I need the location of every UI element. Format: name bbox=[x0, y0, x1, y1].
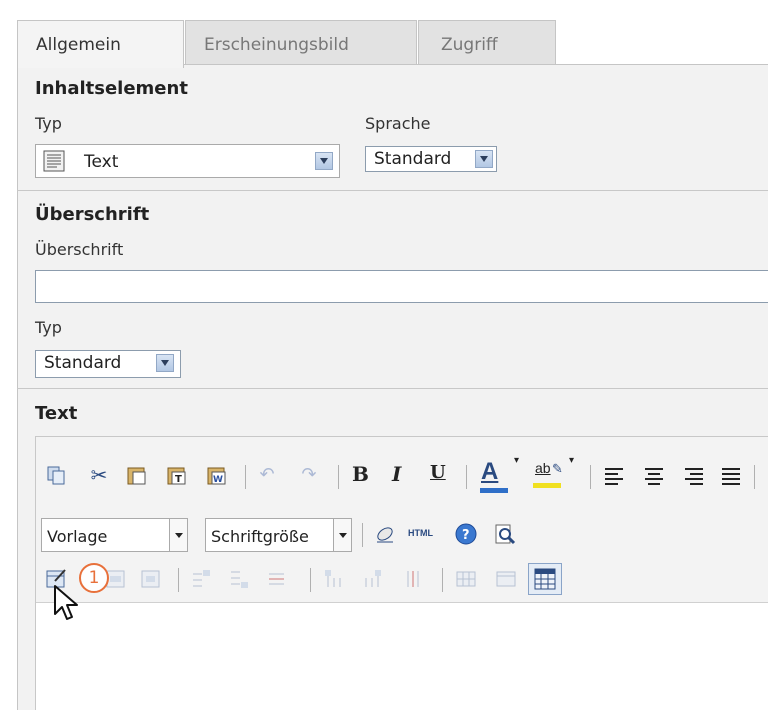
fontsize-dropdown[interactable]: Schriftgröße bbox=[205, 518, 352, 552]
cut-icon[interactable]: ✂ bbox=[88, 464, 110, 486]
paste-as-text-icon[interactable]: T bbox=[165, 464, 187, 486]
font-color-button[interactable]: A bbox=[481, 458, 498, 486]
toolbar-separator bbox=[310, 568, 311, 592]
html-mode-button[interactable]: HTML bbox=[408, 528, 433, 538]
insert-column-before-icon[interactable] bbox=[322, 568, 344, 590]
section-heading-text: Text bbox=[35, 403, 78, 424]
toolbar-separator bbox=[442, 568, 443, 592]
rte-content-area[interactable] bbox=[36, 604, 768, 710]
section-heading-header: Überschrift bbox=[35, 204, 150, 225]
header-input[interactable] bbox=[35, 270, 768, 303]
tab-label: Erscheinungsbild bbox=[204, 35, 349, 55]
insert-row-before-icon[interactable] bbox=[190, 568, 212, 590]
table-icon bbox=[534, 568, 556, 590]
cell-properties-icon[interactable] bbox=[140, 568, 162, 590]
font-color-swatch bbox=[480, 488, 508, 493]
toolbar-separator bbox=[178, 568, 179, 592]
paste-icon[interactable] bbox=[125, 464, 147, 486]
toolbar-separator bbox=[466, 465, 467, 489]
header-type-label: Typ bbox=[35, 318, 62, 337]
toolbar-separator bbox=[245, 465, 246, 489]
svg-text:W: W bbox=[213, 475, 223, 485]
content-element-form: Allgemein Erscheinungsbild Zugriff Inhal… bbox=[0, 0, 768, 710]
chevron-down-icon bbox=[333, 519, 351, 551]
type-select[interactable]: Text bbox=[35, 144, 340, 178]
section-heading-content-element: Inhaltselement bbox=[35, 78, 188, 99]
language-select-value: Standard bbox=[374, 149, 452, 169]
redo-icon[interactable]: ↷ bbox=[298, 464, 320, 486]
chevron-down-icon bbox=[169, 519, 187, 551]
style-dropdown-value: Vorlage bbox=[47, 527, 108, 546]
insert-table-button[interactable] bbox=[528, 563, 562, 595]
paste-from-word-icon[interactable]: W bbox=[205, 464, 227, 486]
delete-column-icon[interactable] bbox=[402, 568, 424, 590]
toolbar-separator bbox=[338, 465, 339, 489]
tab-erscheinungsbild[interactable]: Erscheinungsbild bbox=[185, 20, 417, 65]
type-select-value: Text bbox=[84, 152, 119, 172]
language-label: Sprache bbox=[365, 114, 431, 133]
fontsize-dropdown-value: Schriftgröße bbox=[211, 527, 309, 546]
toolbar-separator bbox=[590, 465, 591, 489]
header-type-select[interactable]: Standard bbox=[35, 350, 181, 378]
highlight-dropdown-icon[interactable]: ▾ bbox=[569, 455, 574, 466]
align-center-icon[interactable] bbox=[645, 468, 663, 485]
tab-label: Zugriff bbox=[441, 35, 498, 55]
help-icon[interactable]: ? bbox=[455, 523, 477, 545]
tab-label: Allgemein bbox=[36, 35, 121, 55]
chevron-down-icon bbox=[156, 354, 174, 372]
tab-zugriff[interactable]: Zugriff bbox=[418, 20, 556, 65]
text-element-icon bbox=[43, 150, 65, 172]
mouse-pointer-icon bbox=[54, 585, 78, 620]
divider bbox=[17, 190, 768, 191]
eraser-icon[interactable] bbox=[374, 523, 396, 545]
underline-button[interactable]: U bbox=[430, 462, 446, 483]
toolbar-separator bbox=[754, 465, 755, 489]
divider bbox=[17, 388, 768, 389]
chevron-down-icon bbox=[315, 152, 333, 170]
insert-row-after-icon[interactable] bbox=[228, 568, 250, 590]
annotation-marker: 1 bbox=[79, 563, 109, 593]
tab-allgemein[interactable]: Allgemein bbox=[17, 20, 184, 68]
align-right-icon[interactable] bbox=[685, 468, 703, 485]
bold-button[interactable]: B bbox=[352, 462, 369, 486]
merge-cells-icon[interactable] bbox=[495, 568, 517, 590]
split-cell-icon[interactable] bbox=[455, 568, 477, 590]
header-field-label: Überschrift bbox=[35, 240, 124, 259]
pencil-icon: ✎ bbox=[552, 462, 563, 477]
highlight-swatch bbox=[533, 483, 561, 488]
undo-icon[interactable]: ↶ bbox=[256, 464, 278, 486]
chevron-down-icon bbox=[475, 150, 493, 168]
svg-text:?: ? bbox=[462, 528, 470, 543]
toolbar-separator bbox=[362, 523, 363, 547]
insert-column-after-icon[interactable] bbox=[362, 568, 384, 590]
copy-icon[interactable] bbox=[45, 464, 67, 486]
delete-row-icon[interactable] bbox=[266, 568, 288, 590]
align-justify-icon[interactable] bbox=[722, 468, 740, 485]
align-left-icon[interactable] bbox=[605, 468, 623, 485]
find-replace-icon[interactable] bbox=[494, 523, 516, 545]
language-select[interactable]: Standard bbox=[365, 146, 497, 172]
font-color-dropdown-icon[interactable]: ▾ bbox=[514, 455, 519, 466]
svg-text:T: T bbox=[175, 474, 182, 485]
header-type-value: Standard bbox=[44, 353, 122, 373]
highlight-button[interactable]: ab bbox=[535, 460, 551, 476]
style-dropdown[interactable]: Vorlage bbox=[41, 518, 188, 552]
type-label: Typ bbox=[35, 114, 62, 133]
italic-button[interactable]: I bbox=[392, 462, 401, 486]
